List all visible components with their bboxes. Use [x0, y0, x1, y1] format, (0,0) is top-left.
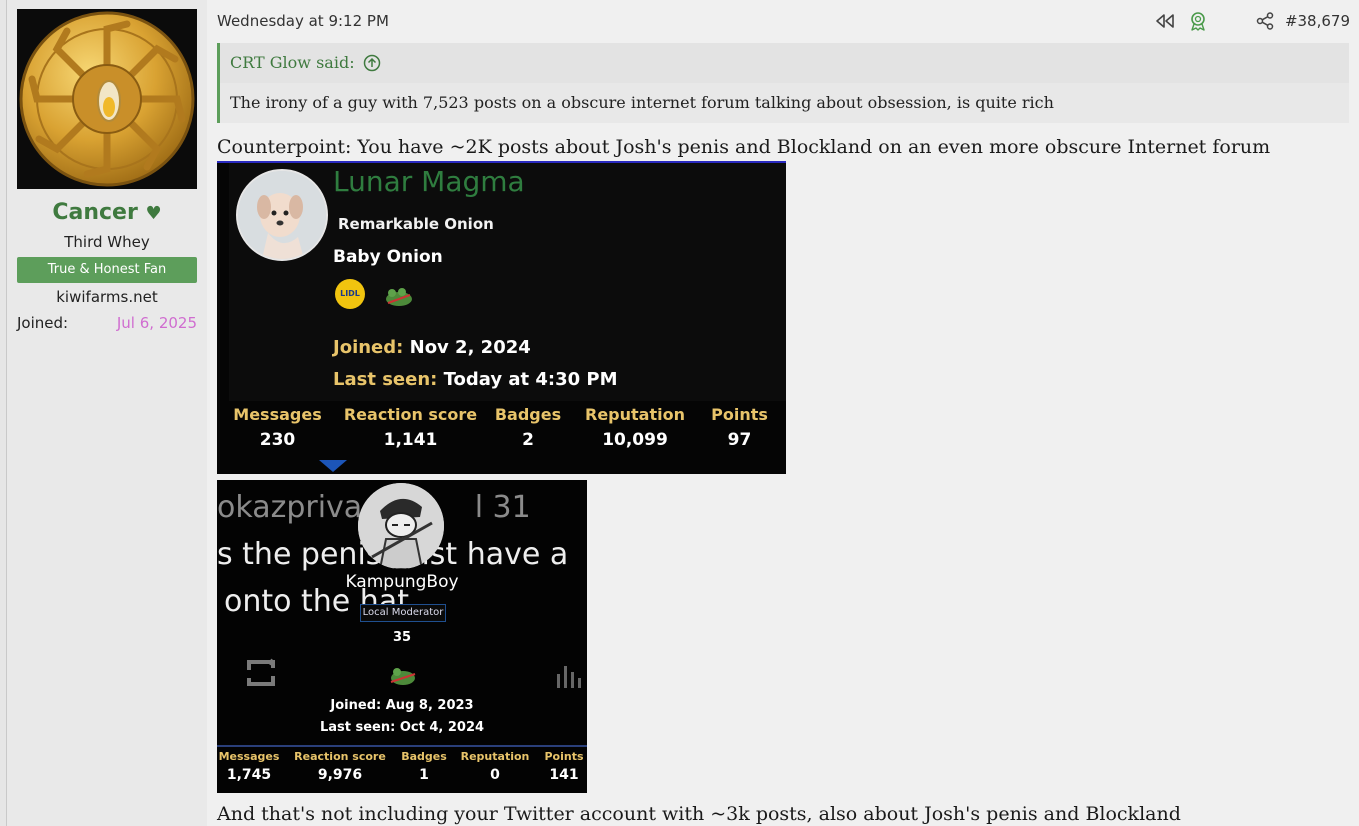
stat-value: 141: [549, 767, 579, 783]
quote-text: The irony of a guy with 7,523 posts on a…: [230, 93, 1054, 112]
stat-value: 97: [727, 430, 752, 450]
profile-stats: Messages 230 Reaction score 1,141 Badges…: [217, 405, 786, 450]
joined-value: Jul 6, 2025: [116, 314, 197, 332]
profile-joined: Joined: Nov 2, 2024: [333, 337, 531, 358]
profile-joined-value: Nov 2, 2024: [409, 337, 531, 358]
profile-title: Baby Onion: [333, 247, 443, 267]
share-icon: [1256, 12, 1274, 30]
stat-label: Messages: [233, 405, 322, 424]
profile-avatar: [236, 169, 328, 261]
stat-value: 1,745: [226, 767, 272, 783]
cartoon-soldier-avatar-icon: [358, 483, 444, 569]
profile-last-seen: Last seen: Today at 4:30 PM: [333, 369, 618, 390]
stat-label: Points: [544, 750, 584, 763]
quote-body: The irony of a guy with 7,523 posts on a…: [220, 83, 1349, 123]
username-text[interactable]: Cancer: [52, 200, 137, 225]
share-button[interactable]: [1254, 11, 1276, 31]
stat-value: 1,141: [383, 430, 438, 450]
stat-reaction-score: Reaction score 1,141: [338, 405, 483, 450]
profile-joined: Joined: Aug 8, 2023: [217, 698, 587, 713]
bg-text-2a: s the penis: [217, 537, 382, 572]
post-date[interactable]: Wednesday at 9:12 PM: [217, 12, 389, 30]
frog-badge-icon: [386, 288, 412, 306]
profile-last-seen: Last seen: Oct 4, 2024: [217, 720, 587, 735]
rewind-icon: [1156, 14, 1174, 28]
joined-label: Joined:: [17, 314, 69, 332]
stat-label: Reputation: [460, 750, 530, 763]
stats-bars-icon: [557, 666, 581, 688]
black-sun-medallion-icon: [17, 9, 197, 189]
stat-badges: Badges 1: [399, 750, 449, 783]
profile-name: KampungBoy: [345, 572, 459, 592]
stat-label: Badges: [494, 405, 562, 424]
stat-messages: Messages 1,745: [217, 750, 281, 783]
stat-label: Badges: [401, 750, 447, 763]
profile-joined-value: Aug 8, 2023: [385, 698, 474, 713]
stat-label: Points: [711, 405, 768, 424]
pointer-triangle: [319, 460, 347, 472]
bg-text-1b: l 31: [474, 490, 531, 525]
quote-author[interactable]: CRT Glow said:: [230, 53, 355, 72]
divider: [217, 745, 587, 747]
stat-reputation: Reputation 0: [449, 750, 541, 783]
retweet-icon: [247, 658, 275, 686]
profile-avatar: [358, 483, 444, 569]
user-site: kiwifarms.net: [56, 288, 158, 306]
profile-joined-label: Joined:: [330, 698, 382, 713]
profile-stats: Messages 1,745 Reaction score 9,976 Badg…: [217, 750, 587, 783]
stat-badges: Badges 2: [483, 405, 573, 450]
profile-last-seen-value: Oct 4, 2024: [399, 720, 485, 735]
lidl-badge-text: LIDL: [340, 289, 360, 298]
stat-value: 0: [490, 767, 500, 783]
stat-label: Messages: [218, 750, 280, 763]
bg-text-1a: okazprivac: [217, 490, 379, 525]
rewind-button[interactable]: [1154, 11, 1176, 31]
embedded-image-profile-2[interactable]: okazprivac l 31 s the penis ast have a ont…: [217, 480, 587, 793]
stat-messages: Messages 230: [217, 405, 338, 450]
user-title: Third Whey: [64, 233, 150, 251]
stat-value: 2: [522, 430, 534, 450]
stat-value: 1: [419, 767, 429, 783]
award-button[interactable]: [1187, 11, 1209, 31]
user-avatar[interactable]: [17, 9, 197, 189]
embedded-image-profile-1[interactable]: Lunar Magma Remarkable Onion Baby Onion …: [217, 161, 786, 474]
stat-value: 230: [259, 430, 296, 450]
stat-label: Reaction score: [343, 405, 478, 424]
post-number-link[interactable]: #38,679: [1285, 12, 1350, 30]
post-body-line-1: Counterpoint: You have ~2K posts about J…: [217, 136, 1271, 158]
profile-last-seen-value: Today at 4:30 PM: [443, 369, 618, 390]
profile-joined-label: Joined:: [333, 337, 404, 358]
profile-last-seen-label: Last seen:: [333, 369, 438, 390]
stat-points: Points 141: [541, 750, 587, 783]
window-left-edge: [0, 0, 7, 826]
heart-icon: ♥: [145, 203, 162, 224]
profile-name: Lunar Magma: [333, 165, 525, 198]
user-banner: True & Honest Fan: [17, 257, 197, 283]
stat-label: Reaction score: [294, 750, 386, 763]
quote-header[interactable]: CRT Glow said:: [230, 53, 381, 72]
award-ribbon-icon: [1191, 12, 1205, 31]
profile-last-seen-label: Last seen:: [319, 720, 396, 735]
profile-count: 35: [392, 630, 412, 645]
profile-rank: Remarkable Onion: [338, 215, 494, 233]
username[interactable]: Cancer ♥: [17, 200, 197, 225]
post-body-line-2: And that's not including your Twitter ac…: [217, 803, 1181, 825]
dog-avatar-icon: [238, 171, 326, 259]
stat-label: Reputation: [585, 405, 685, 424]
quote-block: CRT Glow said: The irony of a guy with 7…: [217, 43, 1349, 123]
lidl-badge-icon: LIDL: [335, 279, 365, 309]
stat-points: Points 97: [697, 405, 782, 450]
stat-reaction-score: Reaction score 9,976: [281, 750, 399, 783]
role-badge: Local Moderator: [360, 604, 446, 622]
stat-reputation: Reputation 10,099: [573, 405, 697, 450]
stat-value: 10,099: [602, 430, 668, 450]
stat-value: 9,976: [317, 767, 363, 783]
frog-badge-icon: [390, 668, 416, 685]
arrow-up-circle-icon[interactable]: [363, 54, 381, 72]
